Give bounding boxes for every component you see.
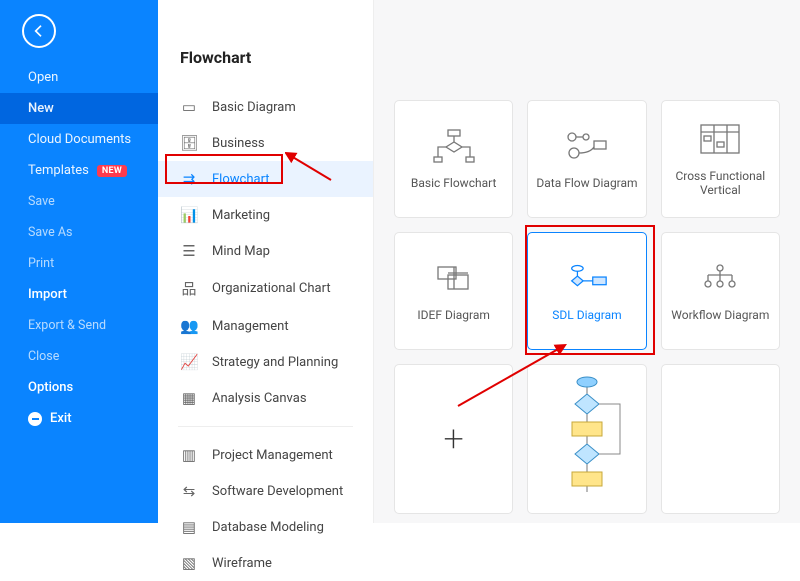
card-workflow[interactable]: Workflow Diagram: [661, 232, 780, 350]
sidebar-item-cloud-documents[interactable]: Cloud Documents: [0, 124, 158, 155]
category-column: Flowchart ▭Basic Diagram 🗄Business ⇉Flow…: [158, 0, 374, 523]
cross-functional-icon: [697, 121, 743, 157]
example-template-1[interactable]: [527, 364, 646, 514]
cat-strategy[interactable]: 📈Strategy and Planning: [158, 344, 373, 380]
sidebar-item-open[interactable]: Open: [0, 62, 158, 93]
card-label: Workflow Diagram: [671, 308, 769, 322]
database-icon: ▤: [180, 518, 198, 536]
sidebar-item-templates[interactable]: TemplatesNEW: [0, 155, 158, 186]
card-label: Data Flow Diagram: [536, 176, 637, 190]
cat-marketing[interactable]: 📊Marketing: [158, 197, 373, 233]
example-blank[interactable]: +: [394, 364, 513, 514]
card-sdl[interactable]: SDL Diagram: [527, 232, 646, 350]
plus-icon: +: [444, 418, 464, 460]
exit-icon: [28, 412, 42, 426]
cat-basic-diagram[interactable]: ▭Basic Diagram: [158, 89, 373, 125]
examples-row: +: [374, 350, 800, 514]
sidebar-item-import[interactable]: Import: [0, 279, 158, 310]
sidebar-item-exit[interactable]: Exit: [0, 403, 158, 434]
marketing-icon: 📊: [180, 206, 198, 224]
card-idef[interactable]: IDEF Diagram: [394, 232, 513, 350]
data-flow-icon: [564, 128, 610, 164]
new-badge: NEW: [97, 165, 127, 177]
sidebar-item-close[interactable]: Close: [0, 341, 158, 372]
sidebar-item-new[interactable]: New: [0, 93, 158, 124]
main-panel: Basic Flowchart Data Flow Diagram Cross …: [374, 0, 800, 523]
cat-mind-map[interactable]: ☰Mind Map: [158, 233, 373, 269]
cat-business[interactable]: 🗄Business: [158, 125, 373, 161]
card-label: Cross Functional Vertical: [670, 169, 771, 198]
org-chart-icon: 品: [180, 278, 198, 299]
cat-analysis[interactable]: ▦Analysis Canvas: [158, 380, 373, 416]
management-icon: 👥: [180, 317, 198, 335]
cat-wireframe[interactable]: ▧Wireframe: [158, 545, 373, 581]
back-button[interactable]: [22, 14, 56, 48]
category-divider: [178, 426, 353, 427]
cat-software-dev[interactable]: ⇆Software Development: [158, 473, 373, 509]
basic-flowchart-icon: [431, 128, 477, 164]
cat-database[interactable]: ▤Database Modeling: [158, 509, 373, 545]
project-icon: ▥: [180, 446, 198, 464]
category-title: Flowchart: [158, 48, 373, 89]
sdl-icon: [564, 260, 610, 296]
idef-icon: [431, 260, 477, 296]
sidebar-item-save-as[interactable]: Save As: [0, 217, 158, 248]
cat-project-management[interactable]: ▥Project Management: [158, 437, 373, 473]
card-label: SDL Diagram: [552, 308, 621, 322]
basic-diagram-icon: ▭: [180, 98, 198, 116]
sidebar-item-options[interactable]: Options: [0, 372, 158, 403]
sidebar-item-export-send[interactable]: Export & Send: [0, 310, 158, 341]
strategy-icon: 📈: [180, 353, 198, 371]
sidebar-item-print[interactable]: Print: [0, 248, 158, 279]
mind-map-icon: ☰: [180, 242, 198, 260]
example-thumb-icon: [542, 374, 632, 504]
card-basic-flowchart[interactable]: Basic Flowchart: [394, 100, 513, 218]
card-cross-functional[interactable]: Cross Functional Vertical: [661, 100, 780, 218]
file-menu-sidebar: Open New Cloud Documents TemplatesNEW Sa…: [0, 0, 158, 523]
cat-flowchart[interactable]: ⇉Flowchart: [158, 161, 373, 197]
template-grid: Basic Flowchart Data Flow Diagram Cross …: [374, 0, 800, 350]
card-data-flow[interactable]: Data Flow Diagram: [527, 100, 646, 218]
sidebar-item-save[interactable]: Save: [0, 186, 158, 217]
example-template-2[interactable]: [661, 364, 780, 514]
business-icon: 🗄: [180, 134, 198, 152]
card-label: IDEF Diagram: [417, 308, 490, 322]
flowchart-icon: ⇉: [180, 170, 198, 188]
workflow-icon: [697, 260, 743, 296]
cat-management[interactable]: 👥Management: [158, 308, 373, 344]
software-icon: ⇆: [180, 482, 198, 500]
card-label: Basic Flowchart: [411, 176, 497, 190]
wireframe-icon: ▧: [180, 554, 198, 572]
analysis-icon: ▦: [180, 389, 198, 407]
cat-org-chart[interactable]: 品Organizational Chart: [158, 269, 373, 308]
